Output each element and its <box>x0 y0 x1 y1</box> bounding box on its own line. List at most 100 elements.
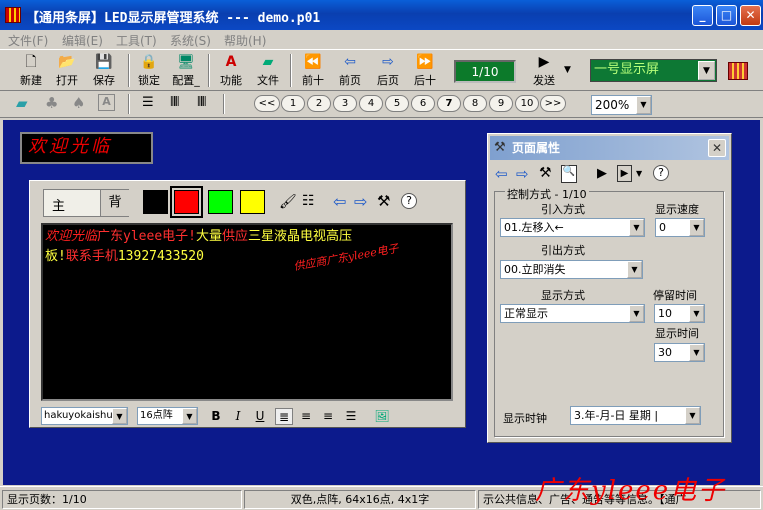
minimize-button[interactable]: _ <box>692 5 713 26</box>
menu-help[interactable]: 帮助(H) <box>224 32 266 49</box>
page-button-9[interactable]: 9 <box>489 95 513 112</box>
color-swatch-green[interactable] <box>208 190 233 214</box>
chevron-down-icon[interactable]: ▼ <box>627 261 642 278</box>
list-icon[interactable]: ☷ <box>302 193 315 209</box>
exit-mode-select[interactable]: 00.立即消失 ▼ <box>500 260 643 279</box>
columns-icon[interactable]: ⦀⦀ <box>170 95 180 110</box>
align-lines-icon[interactable]: ☰ <box>142 95 154 110</box>
chevron-down-icon[interactable]: ▼ <box>689 305 704 322</box>
display-mode-select[interactable]: 正常显示 ▼ <box>500 304 645 323</box>
speed-select[interactable]: 0 ▼ <box>655 218 705 237</box>
chevron-down-icon[interactable]: ▼ <box>698 61 715 80</box>
chevron-down-icon[interactable]: ▼ <box>689 344 704 361</box>
color-swatch-black[interactable] <box>143 190 168 214</box>
help-icon[interactable]: ? <box>401 193 417 209</box>
size-select[interactable]: 16点阵 ▼ <box>137 407 198 425</box>
page-button-6[interactable]: 6 <box>411 95 435 112</box>
arrow-left-icon[interactable]: ⇦ <box>495 165 508 183</box>
bullet-list-icon[interactable]: ☰ <box>342 408 360 425</box>
preview-page-icon[interactable]: 🔍 <box>561 165 577 183</box>
bars-icon[interactable]: ⦀⦀ <box>197 95 207 110</box>
color-swatch-yellow[interactable] <box>240 190 265 214</box>
page-button-5[interactable]: 5 <box>385 95 409 112</box>
menu-system[interactable]: 系统(S) <box>170 32 211 49</box>
align-left-icon[interactable]: ≣ <box>275 408 293 425</box>
eraser-icon[interactable]: ▰ <box>16 94 28 112</box>
app-icon <box>5 7 21 23</box>
insert-image-icon[interactable]: 🖼 <box>373 408 391 425</box>
page-button-10[interactable]: 10 <box>515 95 539 112</box>
save-button[interactable]: 💾 保存 <box>87 53 121 88</box>
menu-edit[interactable]: 编辑(E) <box>62 32 103 49</box>
play-icon: ▶ <box>538 54 550 70</box>
arrow-left-icon[interactable]: ⇦ <box>333 192 346 211</box>
align-right-icon[interactable]: ≡ <box>319 408 337 425</box>
font-select[interactable]: hakuyokaishu ▼ <box>41 407 128 425</box>
last-ten-button[interactable]: ⏩ 后十 <box>408 53 442 88</box>
club-icon[interactable]: ♣ <box>45 94 58 112</box>
tab-back[interactable]: 背 <box>100 190 129 216</box>
lock-label: 锁定 <box>138 74 160 87</box>
entry-mode-select[interactable]: 01.左移入← ▼ <box>500 218 645 237</box>
send-dropdown-icon[interactable]: ▼ <box>564 65 571 75</box>
chevron-down-icon[interactable]: ▼ <box>629 305 644 322</box>
lock-button[interactable]: 🔒 锁定 <box>132 53 166 88</box>
display-select[interactable]: 一号显示屏 ▼ <box>590 59 717 82</box>
clock-label: 显示时钟 <box>503 412 547 425</box>
led-text-area[interactable]: 欢迎光临广东yleee电子!大量供应三星液晶电视高压 板!联系手机1392743… <box>41 223 453 401</box>
monitor-icon: 🖥 <box>177 54 195 70</box>
file-button[interactable]: ▰ 文件 <box>251 53 285 88</box>
send-button[interactable]: ▶ 发送 <box>527 53 561 88</box>
page-button-3[interactable]: 3 <box>333 95 357 112</box>
grid-icon[interactable] <box>728 62 748 80</box>
prev-page-button[interactable]: ⇦ 前页 <box>333 53 367 88</box>
italic-button[interactable]: I <box>229 408 247 425</box>
page-button-2[interactable]: 2 <box>307 95 331 112</box>
align-center-icon[interactable]: ≡ <box>297 408 315 425</box>
new-button[interactable]: 🗋 新建 <box>14 53 48 88</box>
chevron-down-icon[interactable]: ▼ <box>636 169 642 178</box>
chevron-down-icon[interactable]: ▼ <box>689 219 704 236</box>
page-button-7[interactable]: 7 <box>437 95 461 112</box>
play-icon[interactable]: ▶ <box>597 166 607 181</box>
close-icon[interactable]: ✕ <box>708 139 726 157</box>
first-ten-button[interactable]: ⏪ 前十 <box>296 53 330 88</box>
help-icon[interactable]: ? <box>653 165 669 181</box>
arrow-right-icon[interactable]: ⇨ <box>354 192 367 211</box>
underline-button[interactable]: U <box>251 408 269 425</box>
page-button-8[interactable]: 8 <box>463 95 487 112</box>
menu-file[interactable]: 文件(F) <box>8 32 48 49</box>
duration-select[interactable]: 30 ▼ <box>654 343 705 362</box>
brush-icon[interactable]: 🖌 <box>279 194 297 210</box>
tab-main[interactable]: 主 <box>52 195 65 214</box>
next-page-button[interactable]: ⇨ 后页 <box>371 53 405 88</box>
function-button[interactable]: A 功能 <box>214 53 248 88</box>
duration-value: 30 <box>658 346 672 359</box>
tools-icon[interactable]: ⚒ <box>539 165 552 181</box>
open-button[interactable]: 📂 打开 <box>50 53 84 88</box>
color-swatch-red[interactable] <box>170 186 203 218</box>
page-button-1[interactable]: 1 <box>281 95 305 112</box>
clock-select[interactable]: 3.年-月-日 星期 | ▼ <box>570 406 701 425</box>
page-button-next-ten[interactable]: >> <box>540 95 566 112</box>
arrow-right-icon[interactable]: ⇨ <box>516 165 529 183</box>
stay-time-select[interactable]: 10 ▼ <box>654 304 705 323</box>
double-right-icon: ⏩ <box>416 54 434 70</box>
bold-button[interactable]: B <box>207 408 225 425</box>
text-a-icon[interactable]: A <box>98 94 115 111</box>
chevron-down-icon[interactable]: ▼ <box>182 408 197 424</box>
config-button[interactable]: 🖥 配置_ <box>169 53 203 88</box>
page-button-4[interactable]: 4 <box>359 95 383 112</box>
chevron-down-icon[interactable]: ▼ <box>629 219 644 236</box>
play-all-icon[interactable]: ▶ <box>617 165 632 182</box>
tools-icon[interactable]: ⚒ <box>377 192 390 210</box>
menu-tools[interactable]: 工具(T) <box>116 32 157 49</box>
page-button-prev-ten[interactable]: << <box>254 95 280 112</box>
close-button[interactable]: ✕ <box>740 5 761 26</box>
maximize-button[interactable]: □ <box>716 5 737 26</box>
chevron-down-icon[interactable]: ▼ <box>685 407 700 424</box>
zoom-select[interactable]: 200% ▼ <box>591 95 652 115</box>
chevron-down-icon[interactable]: ▼ <box>636 96 651 114</box>
spade-icon[interactable]: ♠ <box>72 94 85 112</box>
chevron-down-icon[interactable]: ▼ <box>112 408 127 424</box>
